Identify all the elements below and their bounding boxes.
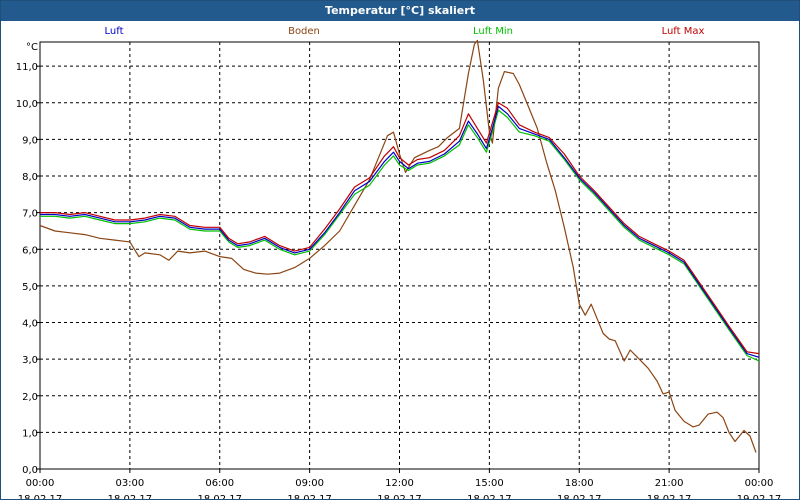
y-tick-label: 2,0 xyxy=(22,392,38,403)
x-tick-time-label: 21:00 xyxy=(655,478,684,489)
y-tick-label: 10,0 xyxy=(16,99,38,110)
x-tick-time-label: 15:00 xyxy=(475,478,504,489)
y-tick-label: 9,0 xyxy=(22,135,38,146)
temperature-chart: 0,0 1,0 2,0 3,0 4,0 5,0 6,0 7,0 8,0 9,0 10,0 11,0 °C… xyxy=(16,26,782,499)
x-tick-date-label: 18.02.17 xyxy=(108,494,153,499)
y-tick-label: 8,0 xyxy=(22,172,38,183)
x-tick-time-label: 09:00 xyxy=(295,478,324,489)
legend-entry: Luft Max xyxy=(662,26,705,37)
x-tick-date-label: 19.02.17 xyxy=(737,494,782,499)
legend-entry: Boden xyxy=(288,26,320,37)
y-tick-label: 0,0 xyxy=(22,465,38,476)
x-tick-time-label: 12:00 xyxy=(385,478,414,489)
y-tick-label: 7,0 xyxy=(22,209,38,220)
x-tick-date-label: 18.02.17 xyxy=(647,494,692,499)
y-tick-label: 11,0 xyxy=(16,62,38,73)
x-tick-time-label: 18:00 xyxy=(565,478,594,489)
chart-window: Temperatur [°C] skaliert 0,0 1,0 2,0 3,0 4,0… xyxy=(0,0,800,500)
y-tick-label: 1,0 xyxy=(22,428,38,439)
x-tick-date-label: 18.02.17 xyxy=(18,494,63,499)
x-tick-time-label: 06:00 xyxy=(205,478,234,489)
legend-entry: Luft Min xyxy=(473,26,513,37)
x-tick-date-label: 18.02.17 xyxy=(467,494,512,499)
legend-entry: Luft xyxy=(105,26,124,37)
y-axis-label: °C xyxy=(26,42,38,53)
window-title: Temperatur [°C] skaliert xyxy=(1,1,799,21)
x-tick-date-label: 18.02.17 xyxy=(557,494,602,499)
x-tick-date-label: 18.02.17 xyxy=(197,494,242,499)
x-tick-date-label: 18.02.17 xyxy=(287,494,332,499)
x-tick-time-label: 03:00 xyxy=(115,478,144,489)
y-tick-label: 5,0 xyxy=(22,282,38,293)
y-tick-label: 4,0 xyxy=(22,319,38,330)
x-tick-time-label: 00:00 xyxy=(26,478,55,489)
y-tick-label: 6,0 xyxy=(22,245,38,256)
x-tick-time-label: 00:00 xyxy=(745,478,774,489)
y-tick-label: 3,0 xyxy=(22,355,38,366)
x-tick-date-label: 18.02.17 xyxy=(377,494,422,499)
